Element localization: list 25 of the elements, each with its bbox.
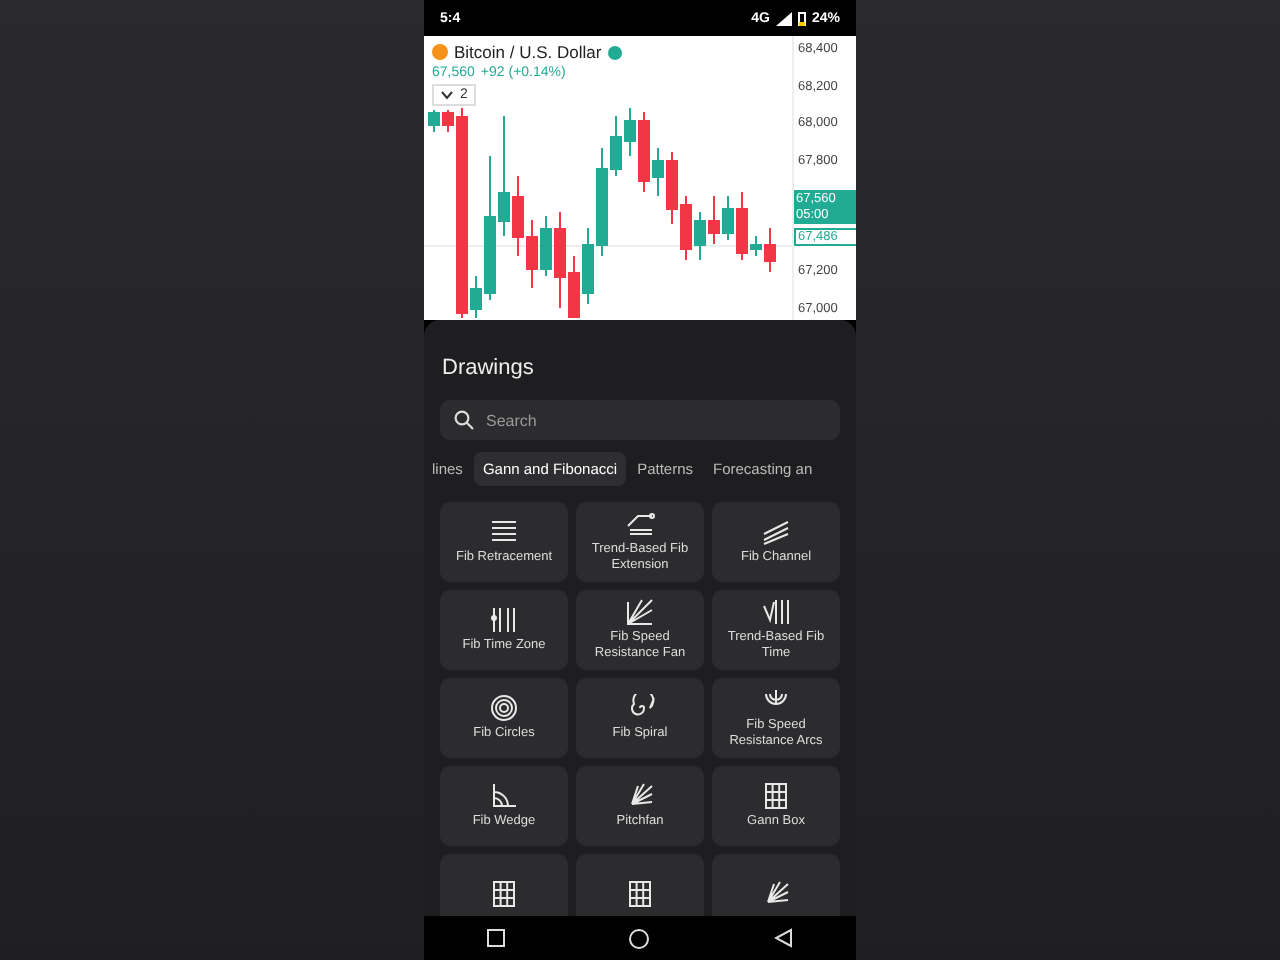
fan-grid-icon — [624, 598, 656, 626]
trend-vertical-lines-icon — [760, 598, 792, 626]
battery-icon — [797, 11, 806, 25]
parallel-lines-icon — [760, 518, 792, 546]
recent-apps-icon[interactable] — [485, 928, 506, 948]
search-icon — [454, 410, 474, 430]
wedge-icon — [488, 782, 520, 810]
vertical-lines-icon — [488, 606, 520, 634]
back-icon[interactable] — [774, 928, 795, 948]
concentric-circles-icon — [488, 694, 520, 722]
signal-icon — [775, 11, 792, 25]
sheet-title: Drawings — [442, 356, 536, 380]
grid-icon — [624, 880, 656, 908]
search-field[interactable]: Search — [440, 400, 840, 440]
coin-icon — [432, 44, 448, 60]
grid-icon — [488, 880, 520, 908]
drawing-tool[interactable] — [440, 854, 568, 916]
home-icon[interactable] — [628, 927, 651, 949]
symbol-title: Bitcoin / U.S. Dollar — [454, 42, 602, 62]
horizontal-lines-icon — [488, 518, 520, 546]
extension-lines-icon — [624, 510, 656, 538]
chevron-down-icon — [440, 90, 454, 100]
drawing-tool[interactable] — [712, 854, 840, 916]
grid-icon — [760, 782, 792, 810]
drawing-tool[interactable] — [576, 854, 704, 916]
